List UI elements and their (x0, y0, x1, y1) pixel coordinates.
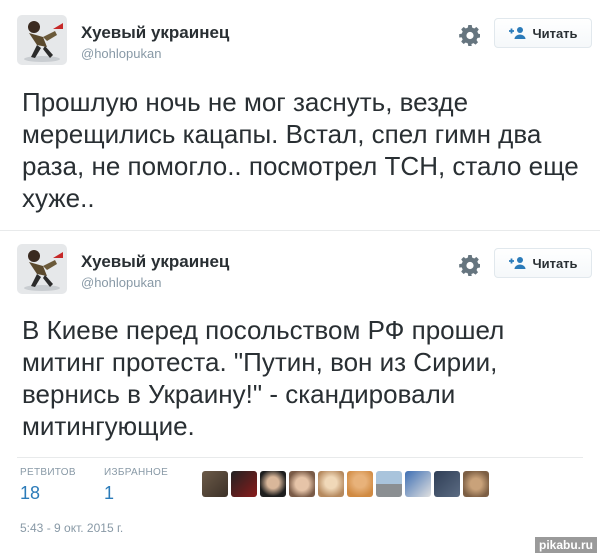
author-handle[interactable]: @hohlopukan (81, 46, 161, 61)
favoriter-face-icon[interactable] (202, 471, 228, 497)
follow-person-plus-icon (508, 256, 526, 270)
retweets-count[interactable]: 18 (20, 483, 40, 504)
favoriter-face-icon[interactable] (231, 471, 257, 497)
tweet-2: Хуевый украинец @hohlopukan Читать В Кие… (0, 231, 600, 554)
follow-label: Читать (532, 255, 578, 271)
retweets-label[interactable]: РЕТВИТОВ (20, 467, 76, 478)
author-name[interactable]: Хуевый украинец (81, 23, 229, 43)
avatar[interactable] (17, 15, 67, 65)
follow-button[interactable]: Читать (494, 248, 592, 278)
follow-person-plus-icon (508, 26, 526, 40)
favoriter-face-icon[interactable] (318, 471, 344, 497)
favoriter-face-icon[interactable] (289, 471, 315, 497)
tweet-text: В Киеве перед посольством РФ прошел мити… (22, 315, 505, 441)
avatar[interactable] (17, 244, 67, 294)
gear-icon[interactable] (458, 253, 482, 277)
watermark: pikabu.ru (535, 537, 598, 553)
favoriter-face-icon[interactable] (260, 471, 286, 497)
timestamp[interactable]: 5:43 - 9 окт. 2015 г. (20, 521, 123, 535)
author-handle[interactable]: @hohlopukan (81, 275, 161, 290)
favorites-count[interactable]: 1 (104, 483, 114, 504)
divider (17, 457, 583, 458)
favoriter-face-icon[interactable] (347, 471, 373, 497)
gear-icon[interactable] (458, 23, 482, 47)
follow-button[interactable]: Читать (494, 18, 592, 48)
favorites-label[interactable]: ИЗБРАННОЕ (104, 467, 168, 478)
tweet-text: Прошлую ночь не мог заснуть, везде мерещ… (22, 87, 579, 213)
favoriter-face-icon[interactable] (405, 471, 431, 497)
favoriter-face-icon[interactable] (434, 471, 460, 497)
favoriter-face-icon[interactable] (376, 471, 402, 497)
follow-label: Читать (532, 25, 578, 41)
author-name[interactable]: Хуевый украинец (81, 252, 229, 272)
tweet-1: Хуевый украинец @hohlopukan Читать Прошл… (0, 0, 600, 230)
favoriter-face-icon[interactable] (463, 471, 489, 497)
